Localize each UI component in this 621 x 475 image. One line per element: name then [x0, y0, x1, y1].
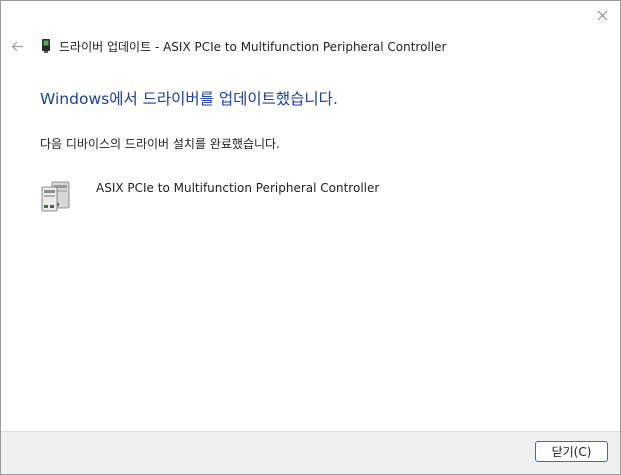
driver-update-window: 드라이버 업데이트 - ASIX PCIe to Multifunction P… [0, 0, 621, 475]
status-message: 다음 디바이스의 드라이버 설치를 완료했습니다. [40, 137, 280, 151]
page-heading: Windows에서 드라이버를 업데이트했습니다. [40, 90, 338, 108]
back-arrow-icon [11, 41, 23, 51]
close-icon [597, 10, 607, 20]
device-icon [41, 181, 70, 212]
close-window-button[interactable] [594, 7, 610, 23]
title-bar: 드라이버 업데이트 - ASIX PCIe to Multifunction P… [1, 35, 620, 57]
back-button[interactable] [9, 38, 25, 54]
device-name: ASIX PCIe to Multifunction Peripheral Co… [96, 181, 380, 195]
hardware-device-icon [42, 39, 50, 53]
dialog-footer: 닫기(C) [1, 431, 620, 474]
close-button[interactable]: 닫기(C) [535, 441, 608, 462]
window-title: 드라이버 업데이트 - ASIX PCIe to Multifunction P… [59, 40, 447, 54]
